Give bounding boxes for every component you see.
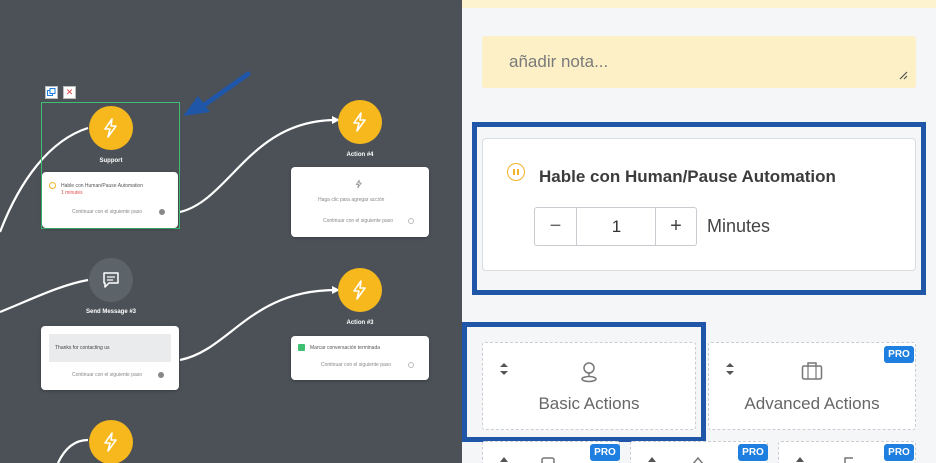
send3-output-port[interactable]	[158, 372, 164, 378]
send3-message-bubble: Thanks for contacting us	[49, 334, 171, 362]
close-icon: ✕	[65, 87, 74, 97]
highlight-frame-basic-actions	[462, 322, 706, 442]
pro-badge: PRO	[738, 444, 768, 461]
pause-icon	[49, 182, 56, 189]
action3-node-card[interactable]: Marcar conversación terminada Continuar …	[291, 336, 429, 380]
copy-icon	[47, 88, 56, 96]
minutes-input[interactable]: 1	[577, 208, 656, 245]
action4-continue-text: Continuar con el siguiente paso	[323, 218, 394, 224]
minutes-stepper[interactable]: − 1 +	[534, 207, 697, 246]
decrement-button[interactable]: −	[535, 208, 577, 245]
action4-node-card[interactable]: Haga clic para agregar acción Continuar …	[291, 167, 429, 237]
lightning-icon	[104, 118, 117, 138]
sort-handle-icon[interactable]	[725, 362, 735, 376]
send3-continue-text: Continuar con el siguiente paso	[72, 372, 143, 378]
top-strip	[462, 0, 936, 8]
pro-badge: PRO	[590, 444, 620, 461]
action3-node-title: Action #3	[346, 320, 374, 326]
action3-output-port[interactable]	[408, 362, 414, 368]
action4-node-title: Action #4	[346, 152, 374, 158]
send3-node-title: Send Message #3	[85, 309, 137, 315]
send3-node-icon[interactable]	[89, 258, 133, 302]
tile-icon	[541, 457, 555, 463]
support-node-title: Support	[99, 158, 123, 164]
bottom-node-icon[interactable]	[89, 420, 133, 463]
support-continue-text: Continuar con el siguiente paso	[72, 209, 143, 215]
briefcase-icon	[801, 362, 823, 380]
pro-badge: PRO	[884, 444, 914, 461]
sort-handle-icon[interactable]	[795, 456, 805, 463]
message-icon	[103, 272, 119, 288]
send3-node-card[interactable]: Thanks for contacting us Continuar con e…	[41, 326, 179, 390]
action3-row-text: Marcar conversación terminada	[310, 345, 381, 351]
tile-icon	[692, 456, 704, 463]
pause-icon	[507, 163, 525, 181]
check-icon	[298, 344, 305, 351]
action3-node-icon[interactable]	[338, 268, 382, 312]
tile-icon	[844, 457, 853, 463]
support-output-port[interactable]	[159, 209, 165, 215]
minutes-unit-label: Minutes	[707, 216, 771, 236]
lightning-icon	[355, 179, 363, 189]
support-node-card[interactable]: Hable con Human/Pause Automation 1 minut…	[42, 172, 178, 228]
resize-handle-icon[interactable]	[898, 70, 908, 80]
send3-message-text: Thanks for contacting us	[55, 345, 110, 351]
pause-automation-card[interactable]: Hable con Human/Pause Automation − 1 + M…	[482, 138, 916, 271]
pro-badge: PRO	[884, 346, 914, 363]
note-placeholder: añadir nota...	[509, 52, 609, 71]
action4-placeholder: Haga clic para agregar acción	[318, 197, 385, 203]
lightning-icon	[353, 112, 366, 132]
support-node-icon[interactable]	[89, 106, 133, 150]
advanced-actions-label: Advanced Actions	[744, 394, 880, 413]
pause-action-title: Hable con Human/Pause Automation	[539, 167, 836, 186]
support-row-text: Hable con Human/Pause Automation	[61, 183, 143, 189]
sort-handle-icon[interactable]	[499, 456, 509, 463]
action4-node-icon[interactable]	[338, 100, 382, 144]
sort-handle-icon[interactable]	[647, 456, 657, 463]
lightning-icon	[353, 280, 366, 300]
flow-canvas[interactable]: ✕ Support Hable con Human/Pause Automati…	[0, 0, 462, 463]
increment-button[interactable]: +	[655, 208, 696, 245]
delete-node-button[interactable]: ✕	[63, 86, 76, 99]
note-textarea[interactable]: añadir nota...	[482, 36, 916, 88]
action3-continue-text: Continuar con el siguiente paso	[321, 362, 392, 368]
settings-panel: añadir nota... Hable con Human/Pause Aut…	[462, 0, 936, 463]
duplicate-node-button[interactable]	[45, 86, 58, 99]
support-row-sub: 1 minutes	[61, 190, 83, 196]
action4-output-port[interactable]	[408, 218, 414, 224]
lightning-icon	[104, 432, 117, 452]
